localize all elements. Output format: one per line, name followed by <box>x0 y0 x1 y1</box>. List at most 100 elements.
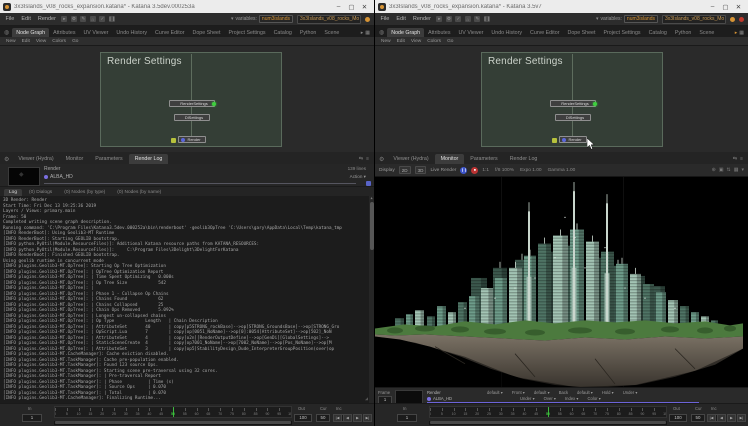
crosshair-icon[interactable]: ⊕ <box>712 167 716 173</box>
check-icon[interactable]: ✓ <box>455 16 461 22</box>
cur-field[interactable]: 50 <box>316 414 330 422</box>
transport-button-[interactable]: |◀ <box>707 414 716 422</box>
tab-python[interactable]: Python <box>671 28 696 37</box>
scrollbar-thumb[interactable] <box>370 202 374 250</box>
minimize-button[interactable]: – <box>706 1 719 12</box>
transport-button-[interactable]: ▶ <box>727 414 736 422</box>
menu-render[interactable]: Render <box>411 16 432 22</box>
log-lock-icon[interactable] <box>366 181 371 186</box>
record-indicator-icon[interactable] <box>365 17 370 22</box>
swap-icon[interactable]: ⇅ <box>727 167 731 173</box>
more-tabs-icon[interactable]: ▸ <box>735 30 738 36</box>
transport-button-[interactable]: ◀ <box>717 414 726 422</box>
titlebar-left[interactable]: 3x3Islands_v08_rocks_expansion.katana* -… <box>0 0 374 13</box>
panel-gear-icon[interactable]: ⚙ <box>377 156 387 164</box>
timeline-scroll-thumb[interactable] <box>430 421 666 424</box>
record-indicator-icon[interactable] <box>730 17 735 22</box>
transport-button-[interactable]: ▶| <box>737 414 746 422</box>
node-render[interactable]: Render <box>178 136 206 143</box>
nodegraph-menu-view[interactable]: View <box>36 39 46 44</box>
panel-tab-viewer-hydra[interactable]: Viewer (Hydra) <box>12 154 59 164</box>
current-frame-marker[interactable] <box>548 407 549 417</box>
nodegraph-menu-new[interactable]: New <box>381 39 391 44</box>
node-dlsettings[interactable]: DlSettings <box>555 114 591 121</box>
tab-scene[interactable]: Scene <box>695 28 718 37</box>
panel-tab-viewer-hydra[interactable]: Viewer (Hydra) <box>387 154 434 164</box>
pause-icon[interactable]: ❙❙ <box>109 16 115 22</box>
catalog-dropdown-default[interactable]: default ▾ <box>534 390 550 395</box>
nodegraph-menu-go[interactable]: Go <box>447 39 453 44</box>
pause-render-button[interactable]: ❙❙ <box>460 167 467 174</box>
tab-curve-editor[interactable]: Curve Editor <box>526 28 563 37</box>
menu-file[interactable]: File <box>379 16 391 22</box>
variables-widget[interactable]: ▾ variables: num3islands <box>596 15 658 23</box>
node-dlsettings[interactable]: DlSettings <box>174 114 210 121</box>
split-icon[interactable]: ⇆ <box>359 156 363 162</box>
transport-button-[interactable]: ▶ <box>353 414 362 422</box>
action-dropdown[interactable]: Action ▾ <box>350 174 366 180</box>
transport-button-[interactable]: ▶| <box>363 414 372 422</box>
edit-flag-icon[interactable] <box>562 138 566 142</box>
in-field[interactable]: 1 <box>397 414 417 422</box>
close-button[interactable]: ✕ <box>358 1 371 12</box>
timeline-scrollbar[interactable] <box>54 421 292 425</box>
render-thumbnail[interactable] <box>8 167 40 186</box>
tab-scene[interactable]: Scene <box>320 28 343 37</box>
node-rendersettings[interactable]: RenderSettings <box>550 100 596 107</box>
check-icon[interactable]: ✓ <box>99 16 105 22</box>
tab-dope-sheet[interactable]: Dope Sheet <box>564 28 600 37</box>
log-filter-tab-0-nodes-by-name[interactable]: (0) Nodes (by name) <box>112 189 166 196</box>
tab-gear-icon[interactable]: ◍ <box>377 29 387 37</box>
tab-catalog[interactable]: Catalog <box>645 28 671 37</box>
monitor-viewport[interactable] <box>375 177 748 387</box>
panel-menu-icon[interactable]: ≡ <box>740 156 743 162</box>
log-filter-tab-0-nodes-by-type[interactable]: (0) Nodes (by type) <box>59 189 110 196</box>
gear-icon[interactable]: ⚙ <box>71 16 77 22</box>
tab-gear-icon[interactable]: ◍ <box>2 29 12 37</box>
catalog-dropdown-back[interactable]: Back <box>559 390 568 395</box>
home-icon[interactable]: ⌂ <box>90 16 96 22</box>
variables-value[interactable]: num3islands <box>624 15 658 23</box>
tab-node-graph[interactable]: Node Graph <box>387 28 424 37</box>
tab-project-settings[interactable]: Project Settings <box>599 28 644 37</box>
catalog-dropdown-front[interactable]: Front ▾ <box>512 390 525 395</box>
stop-render-button[interactable]: ■ <box>471 167 478 174</box>
edit-icon[interactable]: ✎ <box>474 16 480 22</box>
home-icon[interactable]: ⌂ <box>465 16 471 22</box>
current-frame-marker[interactable] <box>173 407 174 417</box>
render-log-output[interactable]: 3D Render: RenderStart Time: Fri Dec 13 … <box>0 196 374 403</box>
grid-icon[interactable]: ▦ <box>365 30 370 36</box>
tab-curve-editor[interactable]: Curve Editor <box>151 28 188 37</box>
catalog-dropdown-color[interactable]: Color ▾ <box>588 396 601 401</box>
chevron-down-icon[interactable]: ▾ <box>741 167 744 173</box>
tab-undo-history[interactable]: Undo History <box>487 28 526 37</box>
tab-uv-viewer[interactable]: UV Viewer <box>454 28 487 37</box>
nodegraph-menu-new[interactable]: New <box>6 39 16 44</box>
catalog-dropdown-under[interactable]: Under ▾ <box>520 396 535 401</box>
catalog-dropdown-hold[interactable]: Hold ▾ <box>602 390 614 395</box>
pause-icon[interactable]: ❙❙ <box>484 16 490 22</box>
maximize-button[interactable]: ▢ <box>719 1 732 12</box>
gear-icon[interactable]: ⚙ <box>446 16 452 22</box>
panel-tab-render-log[interactable]: Render Log <box>504 154 544 164</box>
split-icon[interactable]: ⇆ <box>733 156 737 162</box>
cur-field[interactable]: 50 <box>691 414 705 422</box>
play-icon[interactable]: ▸ <box>61 16 67 22</box>
grid-icon[interactable]: ▦ <box>739 30 744 36</box>
render-pass[interactable]: ALBA_HD <box>44 174 73 180</box>
nodegraph-menu-edit[interactable]: Edit <box>22 39 30 44</box>
viewed-flag-icon[interactable] <box>593 102 597 106</box>
close-button[interactable]: ✕ <box>732 1 745 12</box>
panel-tab-render-log[interactable]: Render Log <box>129 154 169 164</box>
tab-undo-history[interactable]: Undo History <box>112 28 151 37</box>
log-filter-tab-log[interactable]: Log <box>4 189 22 196</box>
resize-grip-icon[interactable]: ◢ <box>365 396 368 402</box>
tab-uv-viewer[interactable]: UV Viewer <box>79 28 112 37</box>
nodegraph-viewport-right[interactable]: Render Settings RenderSettings DlSetting… <box>375 46 748 152</box>
grid-icon[interactable]: ▦ <box>734 167 739 173</box>
play-icon[interactable]: ▸ <box>436 16 442 22</box>
tab-project-settings[interactable]: Project Settings <box>224 28 269 37</box>
menu-edit[interactable]: Edit <box>20 16 32 22</box>
fit-view-icon[interactable]: ▣ <box>719 167 724 173</box>
catalog-dropdown-over[interactable]: Over ▾ <box>544 396 556 401</box>
